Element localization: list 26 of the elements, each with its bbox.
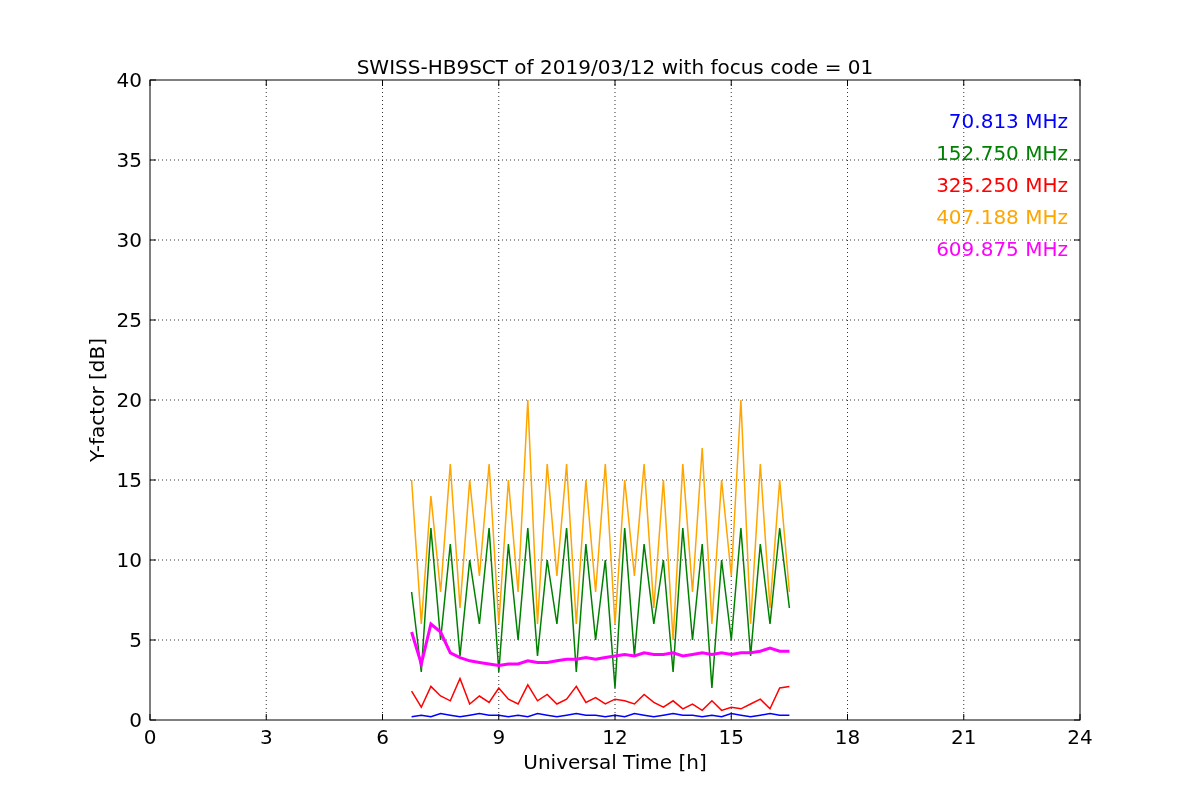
x-tick-label: 0 [143,725,157,749]
chart-title: SWISS-HB9SCT of 2019/03/12 with focus code = 01 [356,55,874,79]
y-tick-label: 15 [116,468,142,492]
x-tick-label: 9 [492,725,506,749]
x-tick-label: 21 [951,725,977,749]
x-tick-label: 24 [1067,725,1093,749]
y-tick-label: 40 [116,68,142,92]
legend-label: 609.875 MHz [936,237,1068,261]
x-tick-label: 3 [259,725,273,749]
y-tick-label: 5 [129,628,142,652]
legend-label: 325.250 MHz [936,173,1068,197]
legend-label: 152.750 MHz [936,141,1068,165]
y-tick-label: 35 [116,148,142,172]
y-tick-label: 0 [129,708,142,732]
y-tick-label: 20 [116,388,142,412]
y-tick-label: 10 [116,548,142,572]
y-tick-label: 25 [116,308,142,332]
x-tick-label: 18 [834,725,861,749]
y-axis-label: Y-factor [dB] [85,338,109,462]
x-tick-label: 12 [602,725,628,749]
x-tick-label: 15 [718,725,744,749]
legend-label: 407.188 MHz [936,205,1068,229]
legend-label: 70.813 MHz [948,109,1068,133]
y-tick-label: 30 [116,228,142,252]
x-tick-label: 6 [376,725,389,749]
x-axis-label: Universal Time [h] [523,750,707,774]
